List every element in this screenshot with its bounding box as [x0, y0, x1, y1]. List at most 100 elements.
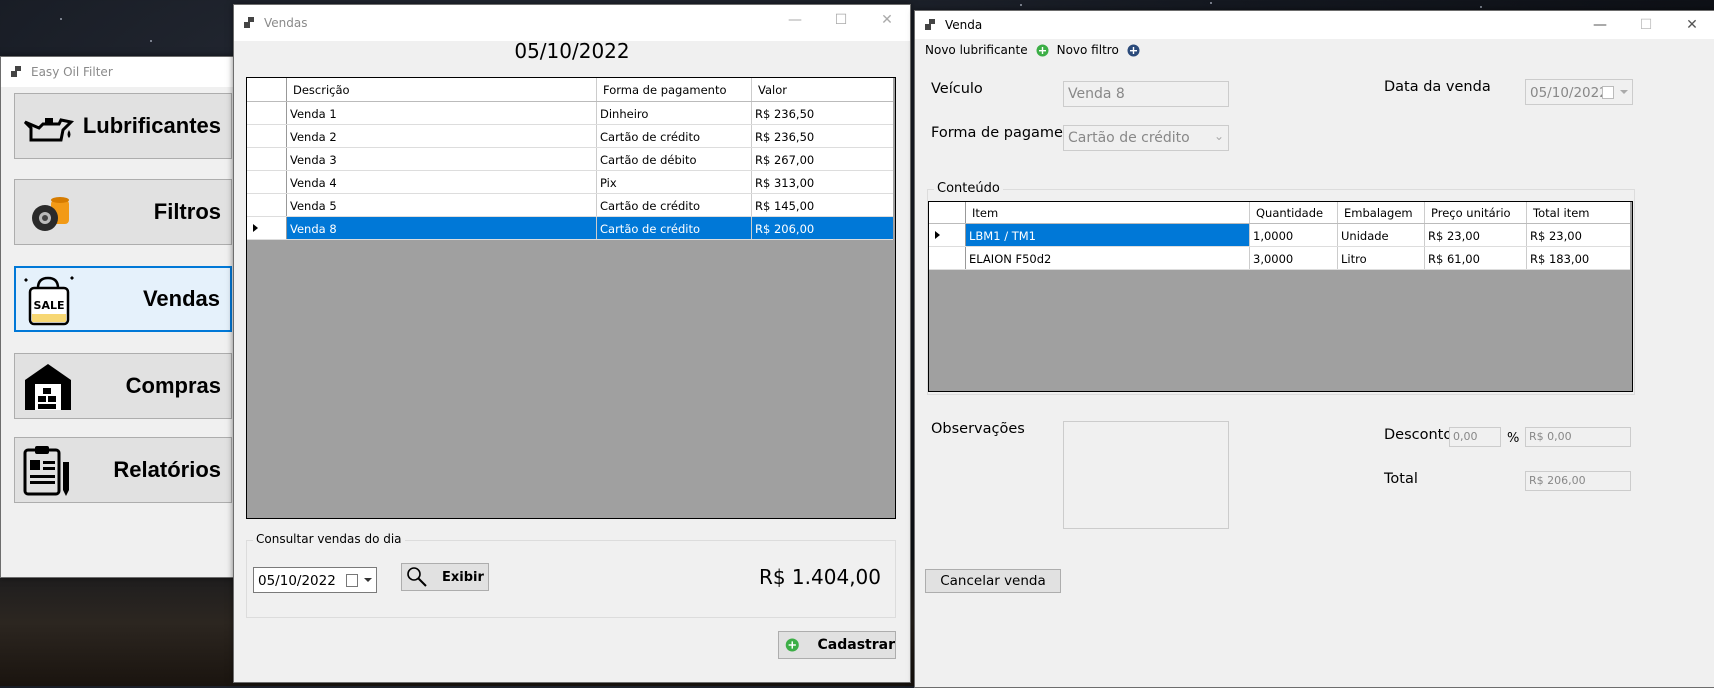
- table-cell[interactable]: R$ 236,50: [752, 102, 893, 124]
- table-cell[interactable]: Venda 8: [287, 217, 597, 239]
- table-row[interactable]: Venda 1 Dinheiro R$ 236,50: [247, 102, 893, 125]
- column-header[interactable]: Total item: [1527, 202, 1630, 223]
- observacoes-field[interactable]: [1063, 421, 1229, 529]
- maximize-button[interactable]: ☐: [1623, 11, 1669, 39]
- filtros-button[interactable]: Filtros: [14, 179, 232, 245]
- column-header[interactable]: Quantidade: [1250, 202, 1338, 223]
- table-cell[interactable]: R$ 267,00: [752, 148, 893, 170]
- cadastrar-button[interactable]: Cadastrar: [778, 631, 896, 659]
- table-cell[interactable]: R$ 236,50: [752, 125, 893, 147]
- compras-button[interactable]: Compras: [14, 353, 232, 419]
- column-header[interactable]: Item: [966, 202, 1250, 223]
- table-cell[interactable]: Venda 3: [287, 148, 597, 170]
- field-value: R$ 0,00: [1529, 430, 1572, 443]
- title-bar[interactable]: Venda — ☐ ✕: [915, 11, 1714, 39]
- table-cell[interactable]: Dinheiro: [597, 102, 752, 124]
- table-cell[interactable]: 1,0000: [1250, 224, 1338, 246]
- novo-lubrificante-button[interactable]: Novo lubrificante: [925, 43, 1028, 57]
- veiculo-field[interactable]: Venda 8: [1063, 81, 1229, 107]
- title-bar[interactable]: Vendas — ☐ ✕: [234, 5, 910, 41]
- table-cell[interactable]: Cartão de crédito: [597, 194, 752, 216]
- table-cell[interactable]: Venda 5: [287, 194, 597, 216]
- table-row[interactable]: LBM1 / TM1 1,0000 Unidade R$ 23,00 R$ 23,00: [929, 224, 1630, 247]
- desconto-value-field[interactable]: R$ 0,00: [1525, 427, 1631, 447]
- close-button[interactable]: ✕: [1669, 11, 1714, 39]
- table-cell[interactable]: R$ 145,00: [752, 194, 893, 216]
- row-header[interactable]: [247, 194, 287, 216]
- total-field[interactable]: R$ 206,00: [1525, 471, 1631, 491]
- row-header[interactable]: [247, 148, 287, 170]
- table-cell[interactable]: Venda 4: [287, 171, 597, 193]
- column-header[interactable]: Forma de pagamento: [597, 78, 752, 101]
- minimize-button[interactable]: —: [1577, 11, 1623, 39]
- table-row[interactable]: Venda 5 Cartão de crédito R$ 145,00: [247, 194, 893, 217]
- title-bar[interactable]: Easy Oil Filter: [1, 57, 235, 87]
- button-label: Cancelar venda: [940, 573, 1046, 589]
- row-header-corner: [247, 78, 287, 101]
- consulta-date-picker[interactable]: 05/10/2022: [253, 567, 377, 593]
- table-cell[interactable]: Litro: [1338, 247, 1425, 269]
- cancelar-venda-button[interactable]: Cancelar venda: [925, 569, 1061, 593]
- conteudo-groupbox: Conteúdo Item Quantidade Embalagem Preço…: [927, 181, 1635, 395]
- minimize-button[interactable]: —: [772, 5, 818, 35]
- row-header[interactable]: [247, 102, 287, 124]
- menu-label: Vendas: [142, 286, 220, 311]
- table-cell[interactable]: R$ 313,00: [752, 171, 893, 193]
- table-cell[interactable]: R$ 23,00: [1425, 224, 1527, 246]
- vendas-button[interactable]: SALE Vendas: [14, 266, 232, 332]
- lubrificantes-button[interactable]: Lubrificantes: [14, 93, 232, 159]
- table-cell[interactable]: R$ 23,00: [1527, 224, 1630, 246]
- table-cell[interactable]: Cartão de crédito: [597, 217, 752, 239]
- oil-can-icon: [23, 118, 75, 142]
- novo-filtro-button[interactable]: Novo filtro: [1057, 43, 1119, 57]
- app-icon: [244, 17, 256, 29]
- table-cell[interactable]: ELAION F50d2: [966, 247, 1250, 269]
- table-cell[interactable]: Unidade: [1338, 224, 1425, 246]
- sale-bag-icon: SALE: [24, 276, 74, 326]
- exibir-button[interactable]: Exibir: [401, 563, 489, 591]
- forma-pagamento-select[interactable]: Cartão de crédito ⌄: [1063, 125, 1229, 151]
- observacoes-label: Observações: [931, 421, 1025, 437]
- relatorios-button[interactable]: Relatórios: [14, 437, 232, 503]
- add-blue-icon[interactable]: [1127, 44, 1140, 57]
- table-cell[interactable]: Cartão de crédito: [597, 125, 752, 147]
- percent-sign: %: [1507, 431, 1520, 446]
- easy-oil-filter-window: Easy Oil Filter Lubrificantes Filtros SA…: [0, 56, 236, 578]
- column-header[interactable]: Valor: [752, 78, 893, 101]
- window-title: Easy Oil Filter: [31, 65, 113, 79]
- table-cell[interactable]: R$ 183,00: [1527, 247, 1630, 269]
- maximize-button[interactable]: ☐: [818, 5, 864, 35]
- column-header[interactable]: Descrição: [287, 78, 597, 101]
- table-cell[interactable]: LBM1 / TM1: [966, 224, 1250, 246]
- row-header[interactable]: [247, 125, 287, 147]
- itens-grid[interactable]: Item Quantidade Embalagem Preço unitário…: [928, 201, 1633, 392]
- table-cell[interactable]: 3,0000: [1250, 247, 1338, 269]
- table-cell[interactable]: Venda 1: [287, 102, 597, 124]
- row-header[interactable]: [929, 247, 966, 269]
- desconto-percent-field[interactable]: 0,00: [1449, 427, 1501, 447]
- table-cell[interactable]: Venda 2: [287, 125, 597, 147]
- groupbox-legend: Consultar vendas do dia: [253, 532, 405, 546]
- column-header[interactable]: Embalagem: [1338, 202, 1425, 223]
- table-cell[interactable]: Pix: [597, 171, 752, 193]
- table-row[interactable]: Venda 4 Pix R$ 313,00: [247, 171, 893, 194]
- table-cell[interactable]: Cartão de débito: [597, 148, 752, 170]
- table-row[interactable]: Venda 8 Cartão de crédito R$ 206,00: [247, 217, 893, 240]
- row-header-corner: [929, 202, 966, 223]
- row-header[interactable]: [247, 217, 287, 239]
- column-header[interactable]: Preço unitário: [1425, 202, 1527, 223]
- table-cell[interactable]: R$ 61,00: [1425, 247, 1527, 269]
- add-circle-icon: [785, 638, 799, 652]
- row-header[interactable]: [247, 171, 287, 193]
- table-row[interactable]: Venda 3 Cartão de débito R$ 267,00: [247, 148, 893, 171]
- button-label: Cadastrar: [817, 637, 895, 653]
- vendas-grid[interactable]: Descrição Forma de pagamento Valor Venda…: [246, 77, 896, 519]
- add-green-icon[interactable]: [1036, 44, 1049, 57]
- close-button[interactable]: ✕: [864, 5, 910, 35]
- table-row[interactable]: Venda 2 Cartão de crédito R$ 236,50: [247, 125, 893, 148]
- data-venda-picker[interactable]: 05/10/2022: [1525, 79, 1633, 105]
- menu-label: Compras: [125, 373, 221, 398]
- table-cell[interactable]: R$ 206,00: [752, 217, 893, 239]
- row-header[interactable]: [929, 224, 966, 246]
- table-row[interactable]: ELAION F50d2 3,0000 Litro R$ 61,00 R$ 183,00: [929, 247, 1630, 270]
